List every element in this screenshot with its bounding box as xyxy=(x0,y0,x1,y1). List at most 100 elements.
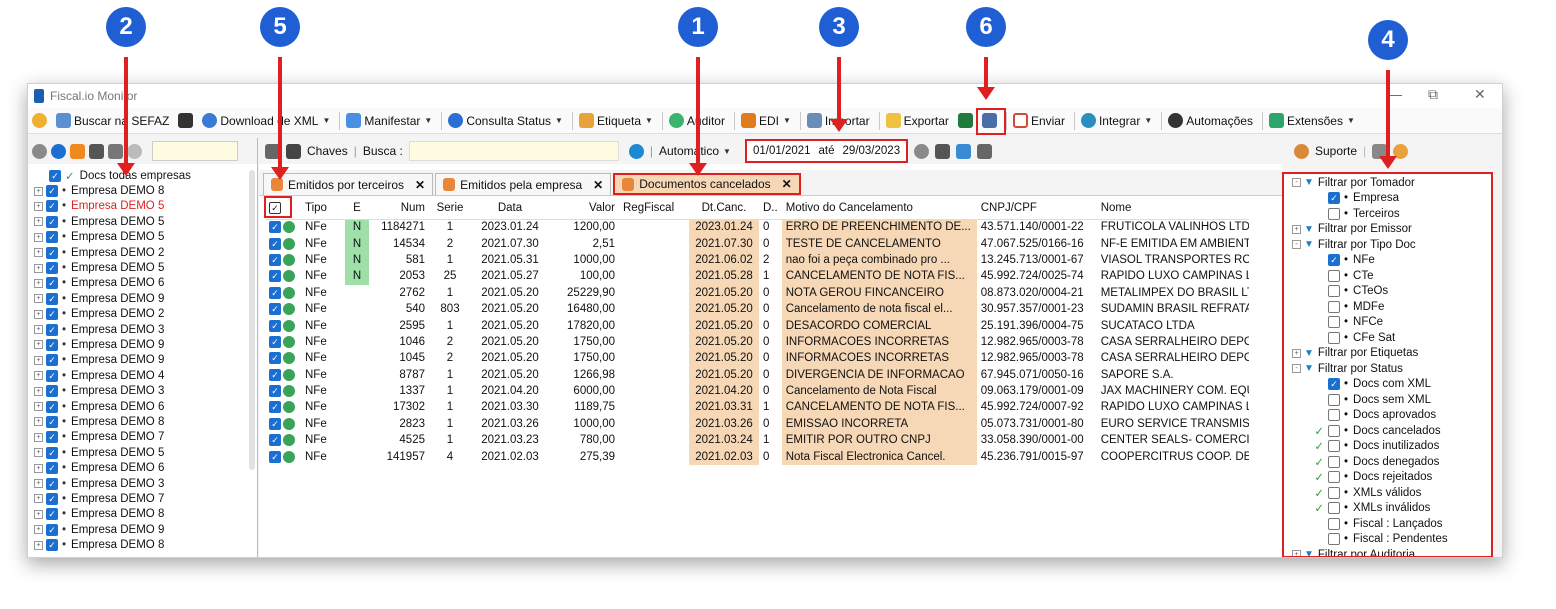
date-to-input[interactable]: 29/03/2023 xyxy=(843,145,901,157)
filter-checkbox[interactable] xyxy=(1328,471,1340,484)
row-checkbox[interactable]: ✓ xyxy=(269,286,281,299)
integrar-button[interactable]: Integrar ▼ xyxy=(1080,113,1152,128)
tab-documentos-cancelados[interactable]: Documentos cancelados ✕ xyxy=(613,173,801,195)
row-select-cell[interactable]: ✓ xyxy=(265,301,301,317)
filter-group[interactable]: + ▼ Filtrar por Auditoria xyxy=(1284,547,1491,556)
company-item[interactable]: + ✓ • Empresa DEMO 9 xyxy=(28,337,246,352)
table-row[interactable]: ✓ NFe 2595 1 2021.05.20 17820,00 2021.05.20 0 DE… xyxy=(265,317,1249,334)
table-row[interactable]: ✓ NFe 2823 1 2021.03.26 1000,00 2021.03.26 0 EMI… xyxy=(265,415,1249,433)
filter-group[interactable]: + ▼ Filtrar por Etiquetas xyxy=(1284,346,1491,362)
table-row[interactable]: ✓ NFe 540 803 2021.05.20 16480,00 2021.05.20 0 C… xyxy=(265,300,1249,318)
filter-option[interactable]: • MDFe xyxy=(1284,299,1491,315)
suporte-button[interactable]: Suporte xyxy=(1315,144,1357,158)
scrollbar[interactable] xyxy=(249,170,255,470)
filter-checkbox[interactable] xyxy=(1328,331,1340,344)
filter-group[interactable]: - ▼ Filtrar por Status xyxy=(1284,361,1491,377)
close-tab-icon[interactable]: ✕ xyxy=(415,178,425,192)
expand-icon[interactable]: + xyxy=(34,232,43,242)
company-item[interactable]: + ✓ • Empresa DEMO 6 xyxy=(28,399,246,414)
company-item[interactable]: + ✓ • Empresa DEMO 3 xyxy=(28,322,246,337)
minimize-icon[interactable]: — xyxy=(1388,86,1402,102)
row-checkbox[interactable]: ✓ xyxy=(269,237,281,250)
checkbox[interactable]: ✓ xyxy=(46,369,58,382)
expand-icon[interactable]: + xyxy=(34,463,43,473)
table-row[interactable]: ✓ NFe N 581 1 2021.05.31 1000,00 2021.06.02 2 nao… xyxy=(265,251,1249,269)
company-search-input[interactable] xyxy=(152,141,238,161)
row-select-cell[interactable]: ✓ xyxy=(265,383,301,399)
expand-icon[interactable]: + xyxy=(34,248,43,258)
checkbox[interactable]: ✓ xyxy=(46,492,58,505)
row-select-cell[interactable]: ✓ xyxy=(265,350,301,366)
company-item[interactable]: + ✓ • Empresa DEMO 3 xyxy=(28,383,246,398)
expand-icon[interactable]: + xyxy=(34,201,43,211)
filter-group[interactable]: - ▼ Filtrar por Tomador xyxy=(1284,175,1491,191)
filter-checkbox[interactable] xyxy=(1328,440,1340,453)
company-item[interactable]: + ✓ • Empresa DEMO 8 xyxy=(28,537,246,552)
company-item[interactable]: + ✓ • Empresa DEMO 8 xyxy=(28,183,246,198)
row-select-cell[interactable]: ✓ xyxy=(265,448,301,464)
table-row[interactable]: ✓ NFe 141957 4 2021.02.03 275,39 2021.02.03 0 No… xyxy=(265,448,1249,465)
row-select-cell[interactable]: ✓ xyxy=(265,219,301,235)
company-item[interactable]: + ✓ • Empresa DEMO 8 xyxy=(28,507,246,522)
filter-group[interactable]: - ▼ Filtrar por Tipo Doc xyxy=(1284,237,1491,253)
filter-option[interactable]: ✓ • XMLs válidos xyxy=(1284,485,1491,501)
table-row[interactable]: ✓ NFe 17302 1 2021.03.30 1189,75 2021.03.31 1 CA… xyxy=(265,399,1249,416)
expand-icon[interactable]: + xyxy=(1292,550,1301,556)
expand-icon[interactable]: + xyxy=(34,294,43,304)
report-icon[interactable] xyxy=(977,143,993,159)
tree-root-item[interactable]: ✓ ✓ Docs todas empresas xyxy=(28,168,246,183)
checkbox[interactable]: ✓ xyxy=(46,231,58,244)
row-checkbox[interactable]: ✓ xyxy=(269,385,281,398)
add-icon[interactable] xyxy=(51,143,66,159)
settings-button[interactable] xyxy=(32,113,47,128)
column-header[interactable]: Num xyxy=(369,197,429,220)
expand-icon[interactable]: + xyxy=(34,355,43,365)
table-row[interactable]: ✓ NFe N 14534 2 2021.07.30 2,51 2021.07.30 0 TEST… xyxy=(265,235,1249,252)
row-select-cell[interactable]: ✓ xyxy=(265,334,301,350)
company-item[interactable]: + ✓ • Empresa DEMO 5 xyxy=(28,199,246,214)
filter-checkbox[interactable] xyxy=(1328,316,1340,329)
manifestar-button[interactable]: Manifestar ▼ xyxy=(346,113,432,128)
table-row[interactable]: ✓ NFe 1337 1 2021.04.20 6000,00 2021.04.20 0 Can… xyxy=(265,382,1249,400)
company-item[interactable]: + ✓ • Empresa DEMO 4 xyxy=(28,368,246,383)
checkbox[interactable]: ✓ xyxy=(46,446,58,459)
expand-icon[interactable] xyxy=(956,143,972,159)
checkbox[interactable]: ✓ xyxy=(46,415,58,428)
expand-icon[interactable]: + xyxy=(34,217,43,227)
table-row[interactable]: ✓ NFe 1046 2 2021.05.20 1750,00 2021.05.20 0 INF… xyxy=(265,333,1249,351)
expand-icon[interactable]: + xyxy=(34,525,43,535)
checkbox[interactable]: ✓ xyxy=(46,354,58,367)
filter-option[interactable]: • CTeOs xyxy=(1284,284,1491,300)
close-tab-icon[interactable]: ✕ xyxy=(593,178,603,192)
row-select-cell[interactable]: ✓ xyxy=(265,235,301,251)
expand-icon[interactable]: + xyxy=(34,402,43,412)
checkbox[interactable]: ✓ xyxy=(46,262,58,275)
checkbox[interactable]: ✓ xyxy=(46,400,58,413)
column-header[interactable]: CNPJ/CPF xyxy=(976,197,1097,220)
column-header[interactable]: RegFiscal xyxy=(619,197,689,220)
filter-option[interactable]: • Fiscal : Pendentes xyxy=(1284,532,1491,548)
filter-checkbox[interactable]: ✓ xyxy=(1328,192,1340,205)
refresh-icon[interactable] xyxy=(32,143,47,159)
column-header[interactable]: Nome xyxy=(1096,197,1249,220)
date-from-input[interactable]: 01/01/2021 xyxy=(753,145,811,157)
download-xml-button[interactable]: Download de XML ▼ xyxy=(202,113,330,128)
column-header[interactable]: E xyxy=(345,197,369,220)
sort-icon[interactable] xyxy=(108,143,123,159)
row-checkbox[interactable]: ✓ xyxy=(269,401,281,414)
filter-option[interactable]: • Terceiros xyxy=(1284,206,1491,222)
company-item[interactable]: + ✓ • Empresa DEMO 9 xyxy=(28,291,246,306)
expand-icon[interactable]: + xyxy=(34,186,43,196)
barcode-icon[interactable] xyxy=(286,143,301,159)
table-row[interactable]: ✓ NFe 8787 1 2021.05.20 1266,98 2021.05.20 0 DIV… xyxy=(265,366,1249,383)
checkbox[interactable]: ✓ xyxy=(46,385,58,398)
company-item[interactable]: + ✓ • Empresa DEMO 5 xyxy=(28,260,246,275)
column-header[interactable]: Dt.Canc. xyxy=(689,197,759,220)
filter-checkbox[interactable] xyxy=(1328,502,1340,515)
checkbox[interactable]: ✓ xyxy=(46,246,58,259)
company-item[interactable]: + ✓ • Empresa DEMO 7 xyxy=(28,430,246,445)
expand-icon[interactable]: + xyxy=(34,340,43,350)
filter-checkbox[interactable] xyxy=(1328,424,1340,437)
restore-icon[interactable]: ⧉ xyxy=(1428,86,1438,103)
filter-checkbox[interactable] xyxy=(1328,269,1340,282)
